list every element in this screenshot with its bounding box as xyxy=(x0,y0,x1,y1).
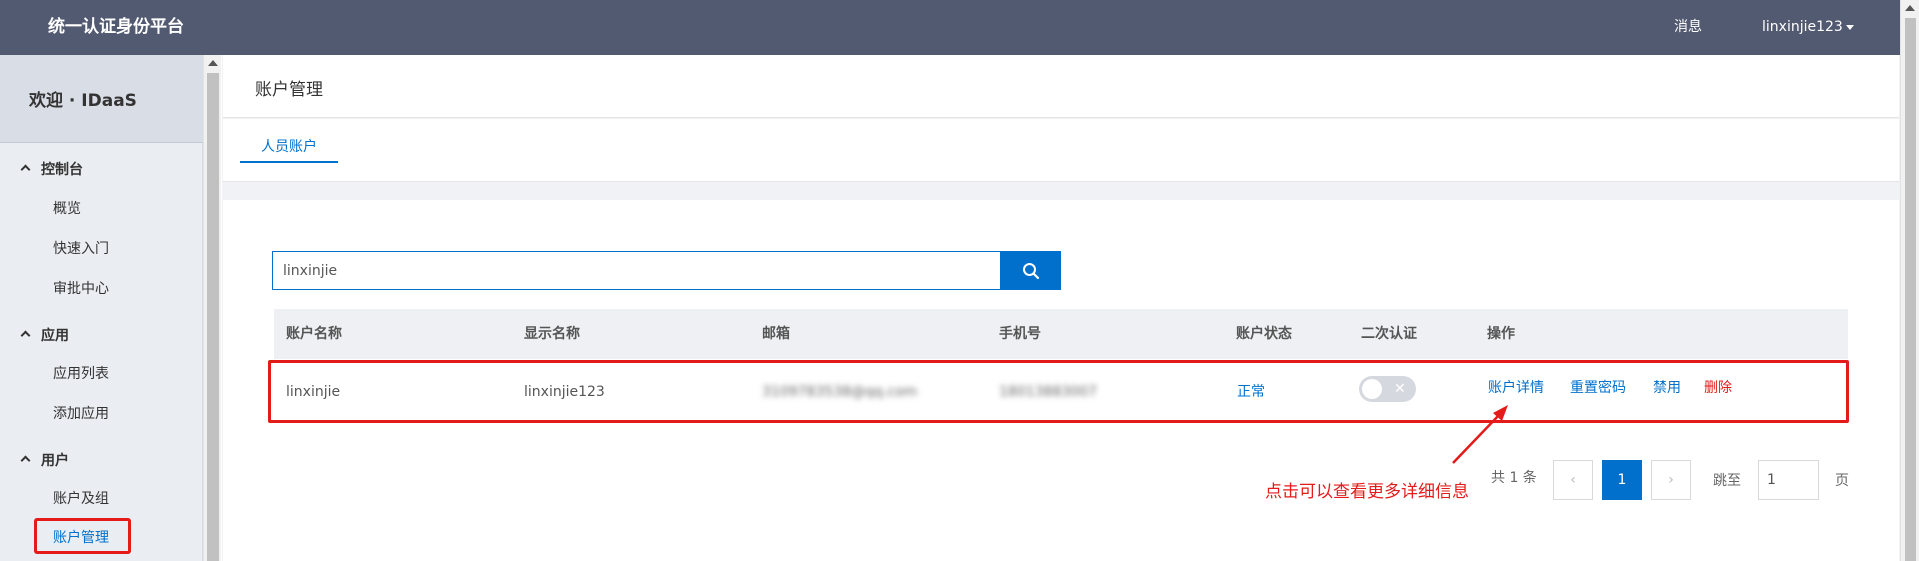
annotation-text: 点击可以查看更多详细信息 xyxy=(1265,482,1469,502)
jump-page-input[interactable] xyxy=(1758,460,1819,500)
prev-page-button[interactable]: ‹ xyxy=(1553,460,1593,500)
page-label: 页 xyxy=(1835,473,1849,489)
window-scrollbar[interactable] xyxy=(1900,0,1919,561)
page-1-button[interactable]: 1 xyxy=(1602,460,1642,500)
scroll-up-icon[interactable] xyxy=(1905,5,1915,11)
next-page-button[interactable]: › xyxy=(1651,460,1691,500)
pagination-total: 共 1 条 xyxy=(1491,470,1537,486)
window-scroll-thumb[interactable] xyxy=(1905,18,1916,561)
jump-label: 跳至 xyxy=(1713,473,1741,489)
